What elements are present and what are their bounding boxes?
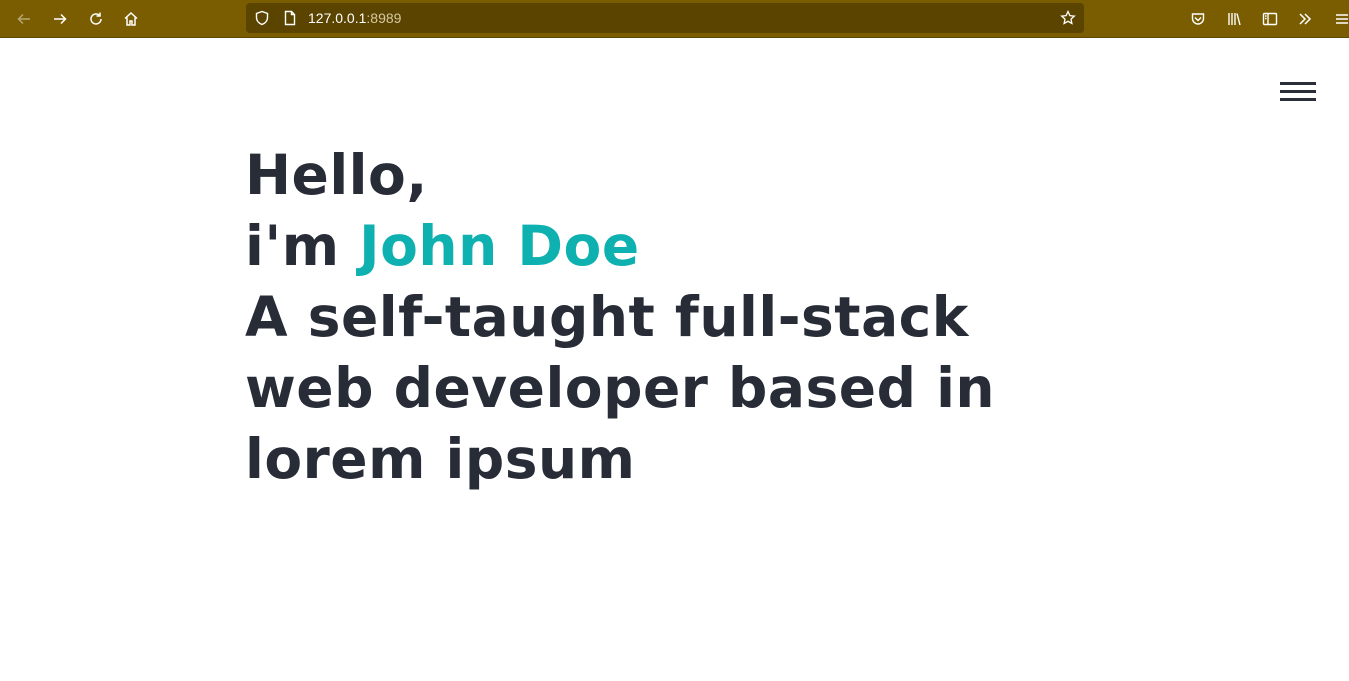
sidebar-button[interactable] [1258, 7, 1282, 31]
back-button[interactable] [12, 7, 36, 31]
url-text[interactable]: 127.0.0.1:8989 [308, 3, 401, 33]
back-icon [17, 13, 30, 25]
hamburger-bar [1280, 90, 1316, 93]
menu-icon [1336, 14, 1348, 24]
browser-toolbar: 127.0.0.1:8989 [0, 0, 1349, 38]
home-icon [124, 11, 138, 26]
reload-button[interactable] [84, 7, 108, 31]
pocket-icon [1191, 13, 1205, 25]
tagline: A self-taught full-stack web developer b… [245, 285, 996, 491]
hamburger-bar [1280, 82, 1316, 85]
page-icon[interactable] [282, 10, 298, 26]
shield-icon[interactable] [254, 10, 270, 26]
overflow-button[interactable] [1293, 7, 1317, 31]
bookmark-star-icon[interactable] [1060, 10, 1076, 26]
hamburger-menu-button[interactable] [1280, 82, 1316, 102]
url-bar[interactable]: 127.0.0.1:8989 [246, 3, 1084, 33]
sidebar-icon [1262, 12, 1278, 26]
pocket-button[interactable] [1186, 7, 1210, 31]
intro-prefix: i'm [245, 214, 340, 278]
forward-button[interactable] [48, 7, 72, 31]
intro-line: i'm John Doe [245, 211, 1145, 282]
home-button[interactable] [119, 7, 143, 31]
library-button[interactable] [1222, 7, 1246, 31]
greeting: Hello, [245, 143, 428, 207]
hero-heading: Hello, i'm John Doe A self-taught full-s… [245, 140, 1145, 495]
menu-button[interactable] [1330, 7, 1349, 31]
overflow-icon [1299, 13, 1312, 25]
url-host: 127.0.0.1 [308, 10, 367, 26]
forward-icon [54, 13, 67, 25]
hamburger-bar [1280, 98, 1316, 101]
developer-name: John Doe [359, 214, 640, 278]
library-icon [1228, 13, 1241, 26]
url-port: :8989 [366, 10, 402, 26]
reload-icon [90, 12, 102, 25]
